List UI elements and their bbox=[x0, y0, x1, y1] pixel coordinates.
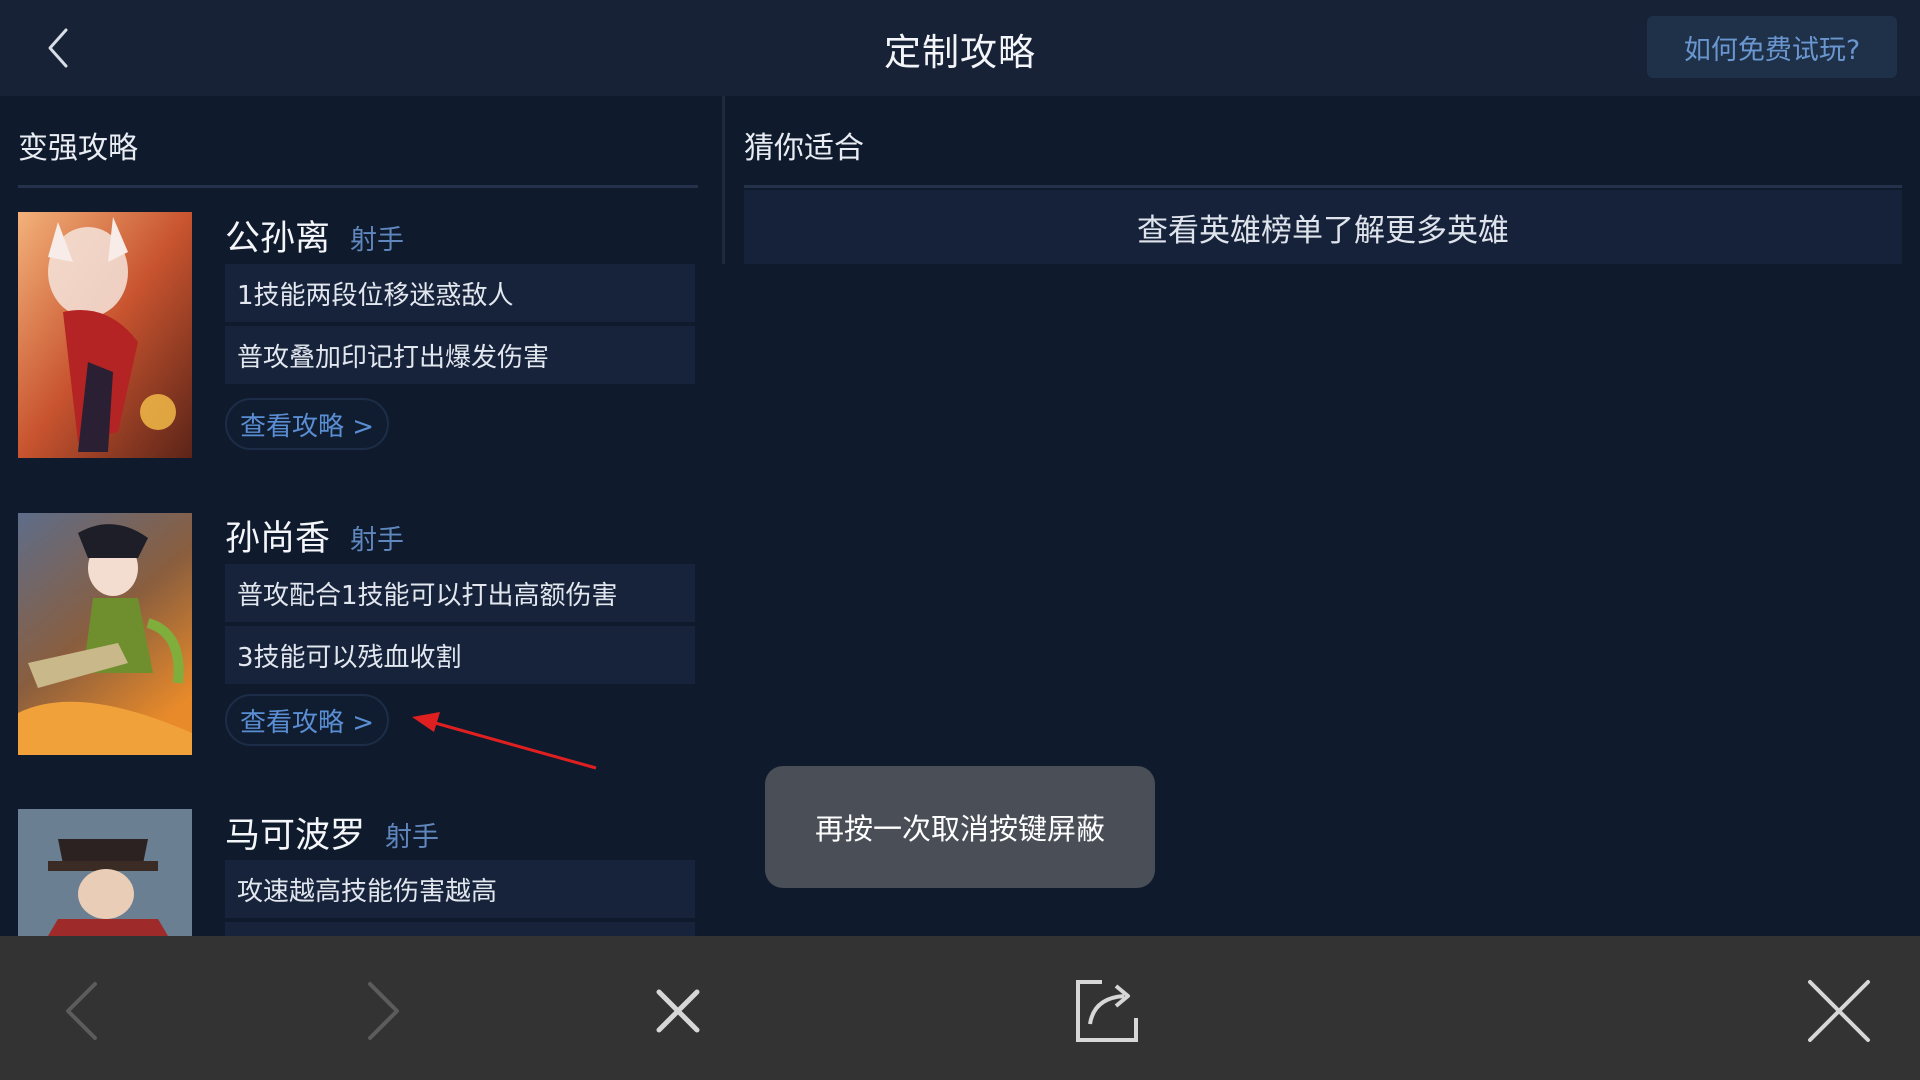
hero-name: 孙尚香 bbox=[225, 519, 331, 559]
view-guide-button[interactable]: 查看攻略 > bbox=[225, 398, 389, 450]
nav-back-button[interactable] bbox=[50, 976, 120, 1046]
nav-forward-button[interactable] bbox=[345, 976, 415, 1046]
right-divider bbox=[744, 185, 1902, 188]
hero-tip: 攻速越高技能伤害越高 bbox=[225, 860, 695, 918]
left-section-title: 变强攻略 bbox=[18, 131, 138, 166]
hero-name: 马可波罗 bbox=[225, 816, 366, 856]
hero-ranking-link[interactable]: 查看英雄榜单了解更多英雄 bbox=[744, 190, 1902, 264]
hero-tip: 普攻配合1技能可以打出高额伤害 bbox=[225, 564, 695, 622]
hero-portrait-marcopolo[interactable] bbox=[18, 809, 192, 936]
close-icon bbox=[656, 989, 700, 1033]
page-title: 定制攻略 bbox=[884, 31, 1036, 74]
panel-divider bbox=[722, 96, 725, 264]
close-page-button[interactable] bbox=[1800, 972, 1878, 1050]
left-divider bbox=[18, 185, 698, 188]
free-trial-button[interactable]: 如何免费试玩? bbox=[1647, 16, 1897, 78]
right-section-title: 猜你适合 bbox=[744, 131, 864, 166]
bottom-toolbar bbox=[0, 936, 1920, 1080]
share-button[interactable] bbox=[1072, 976, 1142, 1046]
hero-role: 射手 bbox=[350, 525, 404, 556]
hero-tip: 3技能可以残血收割 bbox=[225, 626, 695, 684]
hero-tip: 1技能两段位移迷惑敌人 bbox=[225, 264, 695, 322]
toast-message: 再按一次取消按键屏蔽 bbox=[765, 766, 1155, 888]
hero-role: 射手 bbox=[350, 225, 404, 256]
hero-tip bbox=[225, 922, 695, 936]
hero-portrait-gongsunli[interactable] bbox=[18, 212, 192, 458]
annotation-arrow bbox=[412, 712, 597, 770]
stop-button[interactable] bbox=[643, 976, 713, 1046]
view-guide-button[interactable]: 查看攻略 > bbox=[225, 694, 389, 746]
close-icon bbox=[1808, 980, 1870, 1042]
hero-tip: 普攻叠加印记打出爆发伤害 bbox=[225, 326, 695, 384]
hero-portrait-sunshangxiang[interactable] bbox=[18, 513, 192, 755]
hero-name: 公孙离 bbox=[225, 219, 331, 259]
share-icon bbox=[1076, 980, 1138, 1042]
top-bar: 定制攻略 如何免费试玩? bbox=[0, 0, 1920, 96]
hero-role: 射手 bbox=[385, 822, 439, 853]
chevron-right-icon bbox=[368, 982, 399, 1040]
chevron-left-icon bbox=[66, 982, 97, 1040]
